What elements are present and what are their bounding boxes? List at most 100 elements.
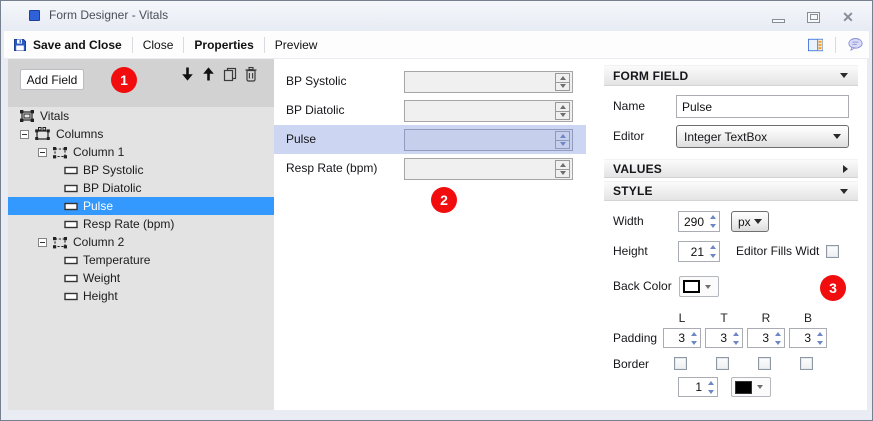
tree-item-columns[interactable]: Columns bbox=[8, 125, 274, 143]
canvas-row-bp-diatolic[interactable]: BP Diatolic bbox=[274, 96, 586, 125]
move-down-icon[interactable] bbox=[180, 65, 195, 82]
width-unit-select[interactable]: px bbox=[731, 211, 769, 232]
tree-item-temperature[interactable]: Temperature bbox=[8, 251, 274, 269]
feedback-bubble-icon[interactable] bbox=[848, 36, 863, 53]
tree-item-vitals[interactable]: Vitals bbox=[8, 107, 274, 125]
minimize-button[interactable] bbox=[768, 9, 788, 25]
spin-down-icon bbox=[560, 171, 566, 175]
spinner-buttons[interactable] bbox=[813, 329, 826, 347]
toolbar-separator bbox=[264, 37, 265, 53]
chevron-right-icon bbox=[843, 165, 848, 173]
section-header-values[interactable]: VALUES bbox=[604, 159, 858, 178]
spinner-buttons[interactable] bbox=[729, 329, 742, 347]
spin-up-icon bbox=[560, 76, 566, 80]
annotation-step-3: 3 bbox=[820, 275, 846, 301]
spinner-buttons[interactable] bbox=[771, 329, 784, 347]
minimize-icon bbox=[772, 19, 785, 23]
numeric-input[interactable] bbox=[404, 158, 573, 180]
height-input[interactable] bbox=[679, 242, 706, 261]
spin-up-icon bbox=[708, 381, 714, 385]
padding-top-stepper[interactable] bbox=[705, 328, 743, 348]
name-input[interactable] bbox=[677, 96, 848, 117]
height-stepper[interactable] bbox=[678, 241, 720, 262]
padding-left-stepper[interactable] bbox=[663, 328, 701, 348]
maximize-button[interactable] bbox=[803, 9, 823, 25]
padding-right-input[interactable] bbox=[748, 329, 771, 347]
padding-top-input[interactable] bbox=[706, 329, 729, 347]
spin-up-icon bbox=[733, 332, 739, 336]
title-bar: Form Designer - Vitals ✕ bbox=[1, 1, 872, 31]
tree-item-bp-systolic[interactable]: BP Systolic bbox=[8, 161, 274, 179]
tree-item-pulse[interactable]: Pulse bbox=[8, 197, 274, 215]
width-stepper[interactable] bbox=[678, 211, 720, 232]
section-header-style[interactable]: STYLE bbox=[604, 181, 858, 201]
textbox-field-icon bbox=[64, 256, 78, 265]
padding-left-input[interactable] bbox=[664, 329, 687, 347]
chevron-down-icon bbox=[705, 285, 711, 289]
duplicate-icon[interactable] bbox=[222, 65, 237, 82]
width-input[interactable] bbox=[679, 212, 706, 231]
move-up-icon[interactable] bbox=[201, 65, 216, 82]
spin-down-icon bbox=[710, 254, 716, 258]
properties-panel-icon[interactable] bbox=[808, 36, 823, 53]
chevron-down-icon bbox=[833, 134, 841, 139]
collapse-expander-icon[interactable] bbox=[38, 238, 47, 247]
canvas-row-resp-rate[interactable]: Resp Rate (bpm) bbox=[274, 154, 586, 183]
spinner-buttons[interactable] bbox=[706, 212, 719, 231]
numeric-input[interactable] bbox=[404, 129, 573, 151]
tree-item-label: Temperature bbox=[83, 253, 150, 267]
spinner-buttons[interactable] bbox=[706, 242, 719, 261]
editor-fills-width-label: Editor Fills Widt bbox=[736, 241, 819, 262]
border-bottom-checkbox[interactable] bbox=[800, 357, 813, 370]
tree-item-height[interactable]: Height bbox=[8, 287, 274, 305]
canvas-row-pulse[interactable]: Pulse bbox=[274, 125, 586, 154]
spinner-buttons[interactable] bbox=[555, 160, 570, 178]
back-color-picker[interactable] bbox=[679, 276, 719, 297]
numeric-input[interactable] bbox=[404, 71, 573, 93]
editor-select[interactable]: Integer TextBox bbox=[676, 125, 849, 148]
spinner-buttons[interactable] bbox=[555, 73, 570, 91]
padding-bottom-stepper[interactable] bbox=[789, 328, 827, 348]
spinner-buttons[interactable] bbox=[704, 378, 717, 396]
numeric-input[interactable] bbox=[404, 100, 573, 122]
close-button[interactable]: ✕ bbox=[838, 9, 858, 25]
spinner-buttons[interactable] bbox=[555, 131, 570, 149]
border-color-picker[interactable] bbox=[731, 377, 771, 397]
tree-item-label: Column 2 bbox=[73, 235, 124, 249]
padding-bottom-input[interactable] bbox=[790, 329, 813, 347]
section-title: VALUES bbox=[613, 162, 662, 176]
tree-item-bp-diatolic[interactable]: BP Diatolic bbox=[8, 179, 274, 197]
tree-item-label: Columns bbox=[56, 127, 103, 141]
section-title: STYLE bbox=[613, 184, 653, 198]
spin-up-icon bbox=[691, 332, 697, 336]
padding-label: Padding bbox=[613, 328, 657, 348]
border-width-input[interactable] bbox=[679, 378, 704, 396]
preview-tab[interactable]: Preview bbox=[269, 38, 324, 52]
spinner-buttons[interactable] bbox=[555, 102, 570, 120]
close-menu-button[interactable]: Close bbox=[137, 38, 180, 52]
add-field-button[interactable]: Add Field bbox=[20, 69, 84, 90]
editor-fills-width-checkbox[interactable] bbox=[826, 245, 839, 258]
tree-item-weight[interactable]: Weight bbox=[8, 269, 274, 287]
collapse-expander-icon[interactable] bbox=[20, 130, 29, 139]
properties-tab[interactable]: Properties bbox=[188, 38, 259, 52]
delete-icon[interactable] bbox=[243, 65, 258, 82]
canvas-row-bp-systolic[interactable]: BP Systolic bbox=[274, 67, 586, 96]
border-right-checkbox[interactable] bbox=[758, 357, 771, 370]
padding-col-header-l: L bbox=[663, 311, 701, 325]
field-label: BP Diatolic bbox=[286, 96, 344, 125]
tree-item-column-1[interactable]: Column 1 bbox=[8, 143, 274, 161]
padding-right-stepper[interactable] bbox=[747, 328, 785, 348]
save-and-close-button[interactable]: Save and Close bbox=[27, 38, 128, 52]
border-width-stepper[interactable] bbox=[678, 377, 718, 397]
spinner-buttons[interactable] bbox=[687, 329, 700, 347]
tree-item-resp-rate[interactable]: Resp Rate (bpm) bbox=[8, 215, 274, 233]
name-field[interactable] bbox=[676, 95, 849, 118]
tree-item-column-2[interactable]: Column 2 bbox=[8, 233, 274, 251]
collapse-expander-icon[interactable] bbox=[38, 148, 47, 157]
border-top-checkbox[interactable] bbox=[716, 357, 729, 370]
tree-toolbar: Add Field bbox=[8, 59, 274, 107]
border-left-checkbox[interactable] bbox=[674, 357, 687, 370]
spin-up-icon bbox=[710, 215, 716, 219]
section-header-form-field[interactable]: FORM FIELD bbox=[604, 65, 858, 86]
